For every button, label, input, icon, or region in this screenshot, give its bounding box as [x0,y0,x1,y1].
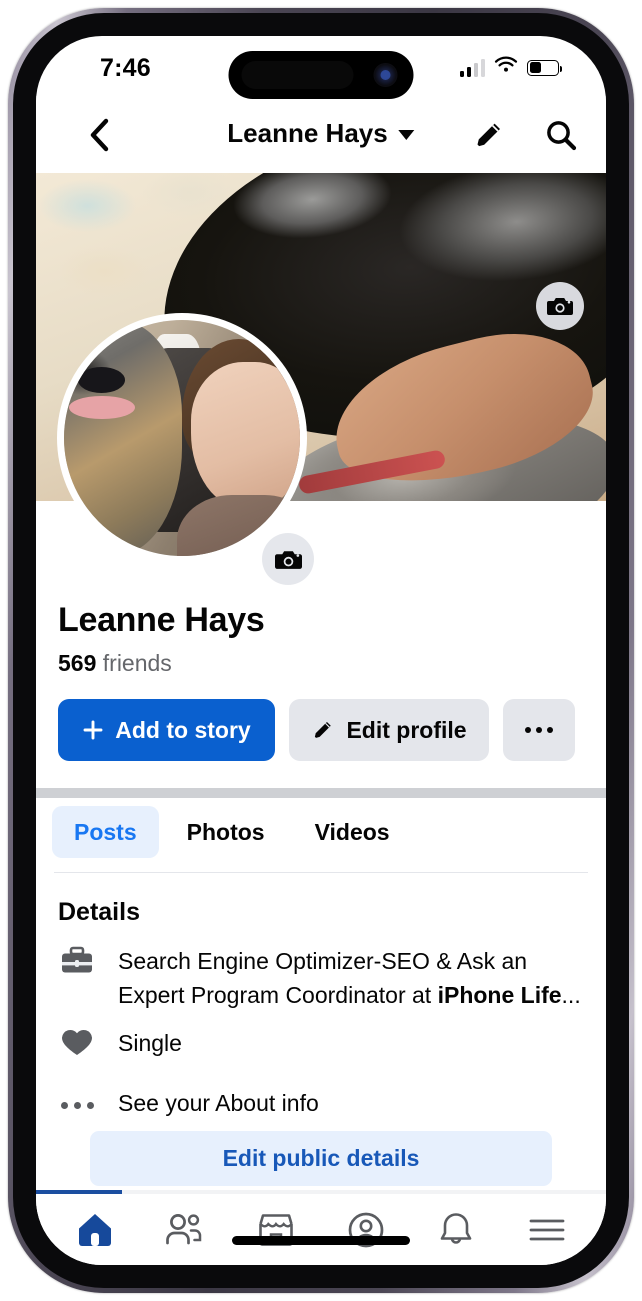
profile-photo-dog [64,320,182,556]
back-button[interactable] [84,118,114,151]
plus-icon [83,720,103,740]
caret-down-icon [398,129,415,140]
status-bar-clock: 7:46 [100,54,151,82]
profile-photo-dog-mouth [68,395,135,420]
island-pill [241,61,354,89]
friends-count-row[interactable]: 569 friends [58,650,606,677]
edit-cover-photo-button[interactable] [536,282,584,330]
profile-action-buttons: Add to story Edit profile [58,699,606,761]
pencil-icon [315,721,332,738]
section-divider [36,788,606,798]
details-work-bold: iPhone Life [437,982,562,1008]
details-work-tail: ... [561,982,581,1008]
tab-photos[interactable]: Photos [165,806,287,858]
profile-name: Leanne Hays [58,601,265,639]
bottom-navigation-bar [36,1194,606,1265]
friends-label: friends [102,650,172,676]
friends-count: 569 [58,650,97,676]
dynamic-island [228,51,414,99]
tab-videos[interactable]: Videos [293,806,412,858]
add-to-story-button[interactable]: Add to story [58,699,275,761]
briefcase-icon [58,944,96,976]
bottom-nav-notifications[interactable] [425,1208,487,1252]
create-post-button[interactable] [472,118,506,152]
details-about-text: See your About info [118,1090,319,1116]
search-icon [547,120,577,150]
edit-public-details-button[interactable]: Edit public details [90,1131,552,1186]
app-nav-bar: Leanne Hays [36,96,606,173]
pencil-icon [477,123,500,146]
profile-photo-face [191,362,300,509]
details-row-about[interactable]: See your About info [58,1086,319,1120]
wifi-icon [494,56,518,79]
details-work-text: Search Engine Optimizer-SEO & Ask an Exp… [118,944,588,1012]
hamburger-menu-icon [529,1219,565,1241]
front-camera-icon [373,63,398,87]
bottom-nav-friends[interactable] [154,1208,216,1252]
profile-photo[interactable] [57,313,307,563]
page-title: Leanne Hays [227,117,388,148]
profile-photo-image [64,320,300,556]
ellipsis-icon [525,727,553,733]
edit-profile-button[interactable]: Edit profile [289,699,489,761]
search-button[interactable] [543,117,579,153]
phone-screen: 7:46 Leanne Hays Leanne Hays 569 friends… [36,36,606,1265]
bottom-nav-profile[interactable] [335,1208,397,1252]
home-icon [79,1214,112,1246]
battery-icon [527,59,563,76]
details-row-relationship[interactable]: Single [58,1026,182,1060]
chevron-left-icon [90,118,109,151]
add-to-story-label: Add to story [115,716,251,743]
edit-profile-photo-button[interactable] [262,533,314,585]
profile-switcher[interactable]: Leanne Hays [227,117,415,149]
bottom-nav-marketplace[interactable] [245,1208,307,1252]
camera-icon [547,298,573,315]
details-relationship-text: Single [118,1030,182,1056]
edit-profile-label: Edit profile [346,716,467,743]
heart-icon [58,1026,96,1057]
more-options-button[interactable] [503,699,575,761]
ellipsis-icon [58,1086,96,1109]
tab-posts[interactable]: Posts [52,806,159,858]
tabs-underline [54,872,588,873]
profile-tabs: Posts Photos Videos [36,806,606,858]
identity-block: Leanne Hays 569 friends Add to story Edi… [36,601,606,761]
status-bar-indicators [459,56,563,79]
bottom-nav-menu[interactable] [516,1208,578,1252]
bottom-nav-home[interactable] [64,1208,126,1252]
details-heading: Details [58,898,140,926]
signal-bars-icon [459,58,485,77]
home-indicator [232,1236,410,1245]
details-row-work[interactable]: Search Engine Optimizer-SEO & Ask an Exp… [58,944,588,1012]
friends-icon [166,1214,202,1245]
camera-icon [274,550,302,569]
bell-icon [441,1213,472,1244]
